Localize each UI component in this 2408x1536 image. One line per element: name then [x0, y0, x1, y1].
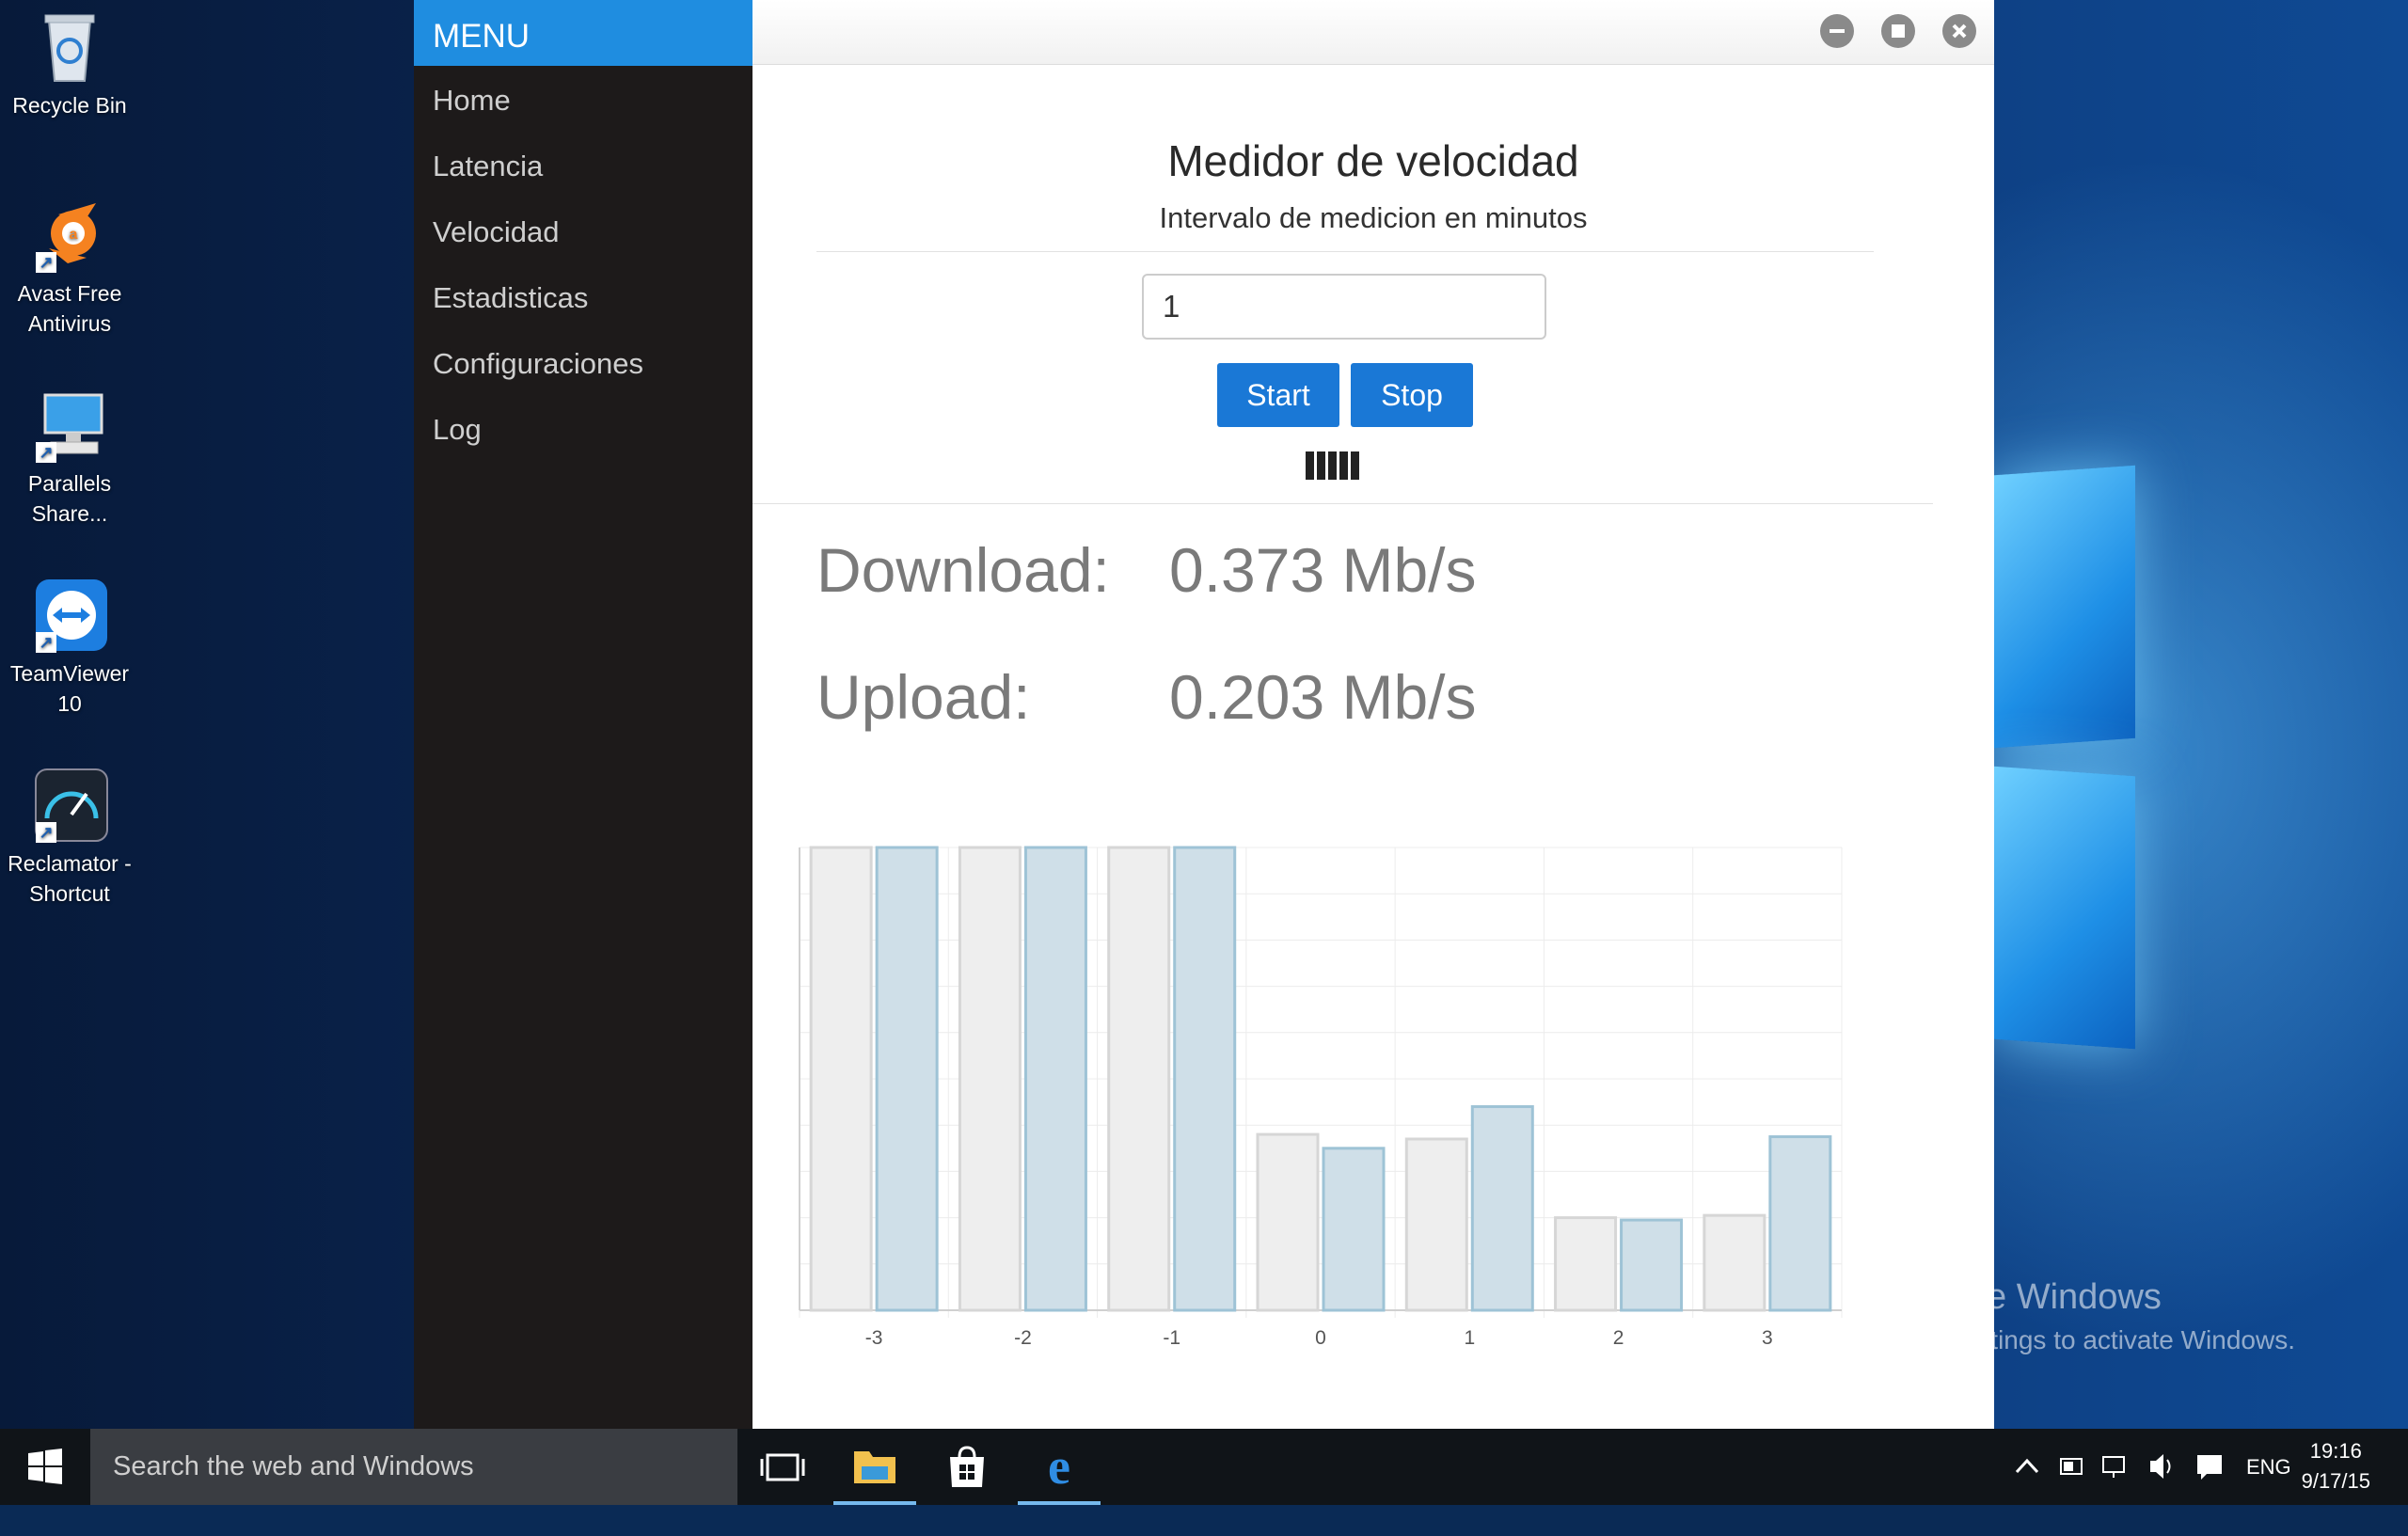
- desktop-icon-teamviewer[interactable]: ↗ TeamViewer 10: [4, 576, 135, 719]
- divider: [752, 503, 1933, 504]
- watermark-title: Activate Windows: [1879, 1277, 2162, 1317]
- language-indicator[interactable]: ENG: [2246, 1429, 2303, 1505]
- desktop-icon-label: Recycle Bin: [12, 93, 127, 118]
- teamviewer-icon: ↗: [30, 576, 109, 655]
- volume-icon[interactable]: [2147, 1429, 2178, 1505]
- power-icon[interactable]: [2055, 1429, 2087, 1505]
- menu-item-log[interactable]: Log: [414, 397, 752, 463]
- chart-bar: [875, 846, 939, 1312]
- desktop-icon-parallels[interactable]: ↗ Parallels Share...: [4, 386, 135, 529]
- shortcut-arrow-icon: ↗: [36, 632, 56, 653]
- avast-icon: a ↗: [30, 196, 109, 275]
- desktop-icon-avast[interactable]: a ↗ Avast Free Antivirus: [4, 196, 135, 339]
- desktop-icon-label: TeamViewer 10: [9, 661, 130, 716]
- chart-tick-label: 3: [1762, 1327, 1773, 1349]
- chart-bar: [1554, 1216, 1618, 1312]
- menu-item-estadisticas[interactable]: Estadisticas: [414, 265, 752, 331]
- shortcut-arrow-icon: ↗: [36, 252, 56, 273]
- active-indicator: [1018, 1501, 1101, 1505]
- sidebar-menu: MENU Home Latencia Velocidad Estadistica…: [414, 0, 752, 1429]
- menu-item-latencia[interactable]: Latencia: [414, 134, 752, 199]
- app-window: MENU Home Latencia Velocidad Estadistica…: [414, 0, 1994, 1429]
- chart-bar: [958, 846, 1022, 1312]
- chart-tick-label: 0: [1315, 1327, 1326, 1349]
- clock-date: 9/17/15: [2301, 1469, 2370, 1493]
- chart-bar: [1768, 1135, 1832, 1312]
- chart-bar: [1470, 1105, 1534, 1312]
- chart-bar: [1703, 1213, 1766, 1312]
- task-view-icon[interactable]: [737, 1429, 828, 1505]
- divider: [816, 251, 1874, 252]
- chart-tick-label: -2: [1014, 1327, 1032, 1349]
- recycle-bin-icon: [30, 8, 109, 87]
- active-indicator: [833, 1501, 916, 1505]
- window-titlebar[interactable]: [752, 0, 1994, 65]
- chart-tick-label: -1: [1163, 1327, 1180, 1349]
- taskbar-search-input[interactable]: Search the web and Windows: [90, 1429, 737, 1505]
- minimize-icon[interactable]: [1820, 14, 1854, 48]
- download-value: 0.373 Mb/s: [1169, 535, 1477, 605]
- clock-time: 19:16: [2309, 1439, 2362, 1463]
- close-icon[interactable]: [1942, 14, 1976, 48]
- system-clock[interactable]: 19:16 9/17/15: [2302, 1436, 2370, 1496]
- chart-bar: [1404, 1137, 1468, 1312]
- chart-bar: [1322, 1147, 1386, 1312]
- maximize-icon[interactable]: [1881, 14, 1915, 48]
- menu-header: MENU: [414, 0, 752, 66]
- upload-value: 0.203 Mb/s: [1169, 662, 1477, 732]
- network-icon[interactable]: [2099, 1429, 2131, 1505]
- watermark-subtitle: Go to Settings to activate Windows.: [1879, 1325, 2295, 1354]
- upload-label: Upload:: [816, 662, 1031, 732]
- menu-item-home[interactable]: Home: [414, 68, 752, 134]
- chevron-up-icon[interactable]: [2011, 1429, 2043, 1505]
- speed-history-chart: -3 -2 -1 0 1 2 3: [799, 846, 1843, 1349]
- chart-tick-label: -3: [865, 1327, 883, 1349]
- chart-bar: [1107, 846, 1171, 1312]
- chart-bar: [1173, 846, 1237, 1312]
- svg-text:a: a: [70, 227, 78, 243]
- interval-input[interactable]: [1142, 274, 1546, 340]
- start-button-windows-icon[interactable]: [0, 1429, 90, 1505]
- desktop-icon-reclamator[interactable]: ↗ Reclamator - Shortcut: [4, 766, 135, 909]
- taskbar: Search the web and Windows e ENG 19:16 9…: [0, 1429, 2408, 1505]
- chart-bar: [1620, 1218, 1684, 1312]
- chart-tick-label: 2: [1613, 1327, 1624, 1349]
- desktop-icon-label: Reclamator - Shortcut: [8, 851, 132, 906]
- desktop-icon-recycle-bin[interactable]: Recycle Bin: [4, 8, 135, 120]
- download-label: Download:: [816, 535, 1110, 605]
- menu-item-configuraciones[interactable]: Configuraciones: [414, 331, 752, 397]
- store-icon[interactable]: [922, 1429, 1012, 1505]
- activate-windows-watermark: Activate Windows Go to Settings to activ…: [1879, 1277, 2295, 1355]
- parallels-icon: ↗: [30, 386, 109, 465]
- menu-item-velocidad[interactable]: Velocidad: [414, 199, 752, 265]
- chart-bar: [1256, 1132, 1320, 1312]
- file-explorer-icon[interactable]: [830, 1429, 920, 1505]
- start-button[interactable]: Start: [1217, 363, 1339, 427]
- page-title: Medidor de velocidad: [1167, 136, 1579, 185]
- progress-indicator: [1306, 451, 1362, 480]
- chart-bar: [809, 846, 873, 1312]
- page-subtitle: Intervalo de medicion en minutos: [1159, 201, 1588, 234]
- chart-tick-label: 1: [1464, 1327, 1475, 1349]
- notifications-icon[interactable]: [2194, 1429, 2226, 1505]
- desktop-icon-label: Parallels Share...: [27, 471, 112, 526]
- shortcut-arrow-icon: ↗: [36, 442, 56, 463]
- edge-icon[interactable]: e: [1014, 1429, 1104, 1505]
- desktop-icon-label: Avast Free Antivirus: [17, 281, 122, 336]
- chart-bar: [1023, 846, 1087, 1312]
- stop-button[interactable]: Stop: [1351, 363, 1473, 427]
- main-content: Medidor de velocidad Intervalo de medici…: [752, 64, 1994, 1429]
- svg-text:e: e: [1048, 1438, 1070, 1495]
- speedometer-icon: ↗: [30, 766, 109, 845]
- shortcut-arrow-icon: ↗: [36, 822, 56, 843]
